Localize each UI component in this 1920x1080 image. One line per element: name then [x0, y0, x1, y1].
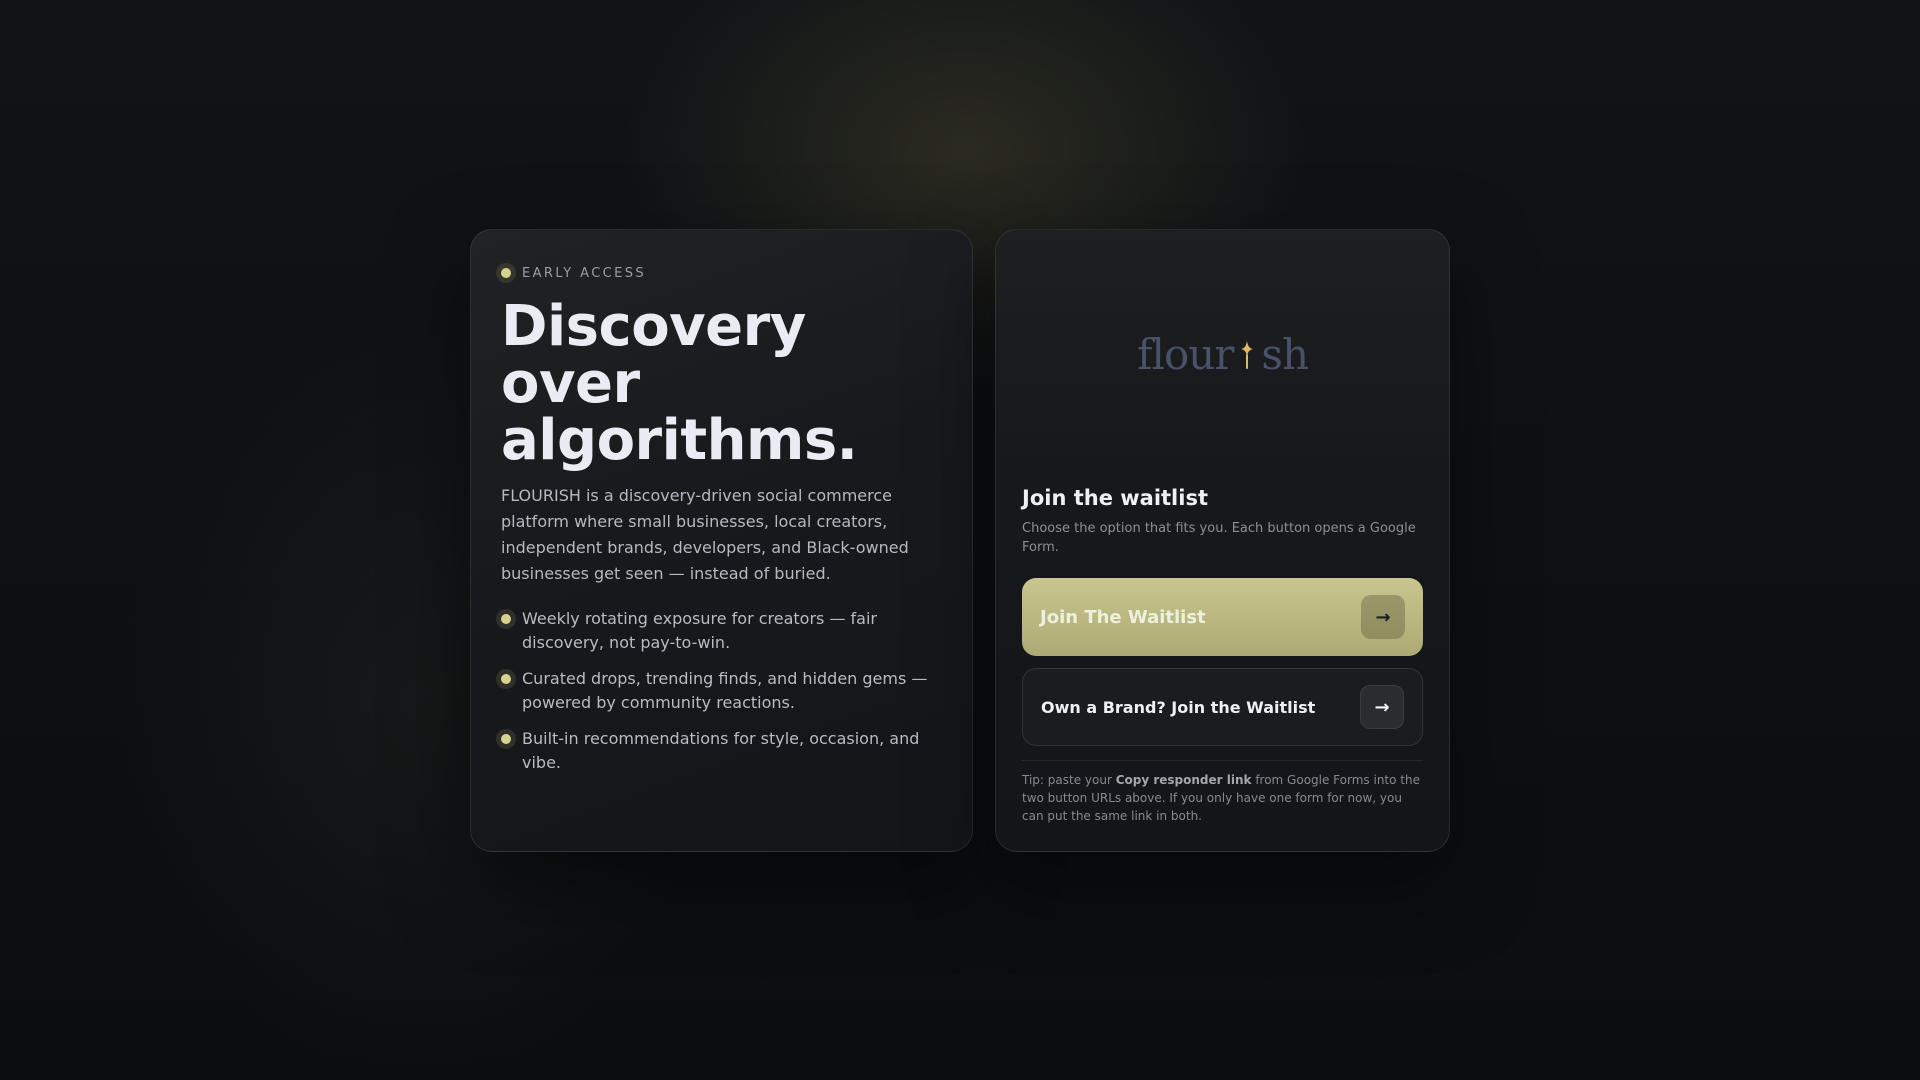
tip-prefix: Tip: paste your — [1022, 773, 1116, 787]
feature-text: Built-in recommendations for style, occa… — [522, 729, 920, 772]
feature-text: Weekly rotating exposure for creators — … — [522, 609, 878, 652]
bullet-dot-icon — [496, 609, 516, 629]
join-waitlist-button[interactable]: Join The Waitlist → — [1022, 578, 1423, 656]
tip-bold: Copy responder link — [1115, 773, 1252, 787]
early-access-badge: EARLY ACCESS — [496, 263, 646, 283]
divider — [1022, 760, 1423, 761]
join-waitlist-label: Join The Waitlist — [1040, 606, 1206, 628]
arrow-right-icon: → — [1361, 595, 1405, 639]
feature-text: Curated drops, trending finds, and hidde… — [522, 669, 928, 712]
hero-description: FLOURISH is a discovery-driven social co… — [501, 486, 909, 583]
early-access-label: EARLY ACCESS — [522, 265, 647, 281]
waitlist-title: Join the waitlist — [1022, 486, 1208, 510]
bullet-dot-icon — [496, 263, 516, 283]
waitlist-subtitle: Choose the option that fits you. Each bu… — [1022, 521, 1416, 555]
feature-list: Weekly rotating exposure for creators — … — [496, 607, 946, 787]
headline-line-1: Discovery — [501, 294, 806, 359]
hero-headline: Discovery over algorithms. — [501, 298, 941, 469]
bullet-dot-icon — [496, 729, 516, 749]
headline-line-3: algorithms. — [501, 408, 858, 473]
sparkle-i-icon — [1241, 340, 1254, 369]
tip-text: Tip: paste your Copy responder link from… — [1022, 771, 1427, 825]
logo-text-start: flour — [1137, 330, 1234, 379]
headline-line-2: over — [501, 351, 640, 416]
bullet-dot-icon — [496, 669, 516, 689]
logo-text-end: sh — [1261, 330, 1309, 379]
arrow-right-icon: → — [1360, 685, 1404, 729]
brand-waitlist-label: Own a Brand? Join the Waitlist — [1041, 697, 1316, 717]
logo-wordmark: flour sh — [1137, 330, 1309, 379]
feature-item: Curated drops, trending finds, and hidde… — [496, 667, 946, 715]
brand-waitlist-button[interactable]: Own a Brand? Join the Waitlist → — [1022, 668, 1423, 746]
flourish-logo: flour sh — [996, 330, 1449, 379]
waitlist-card: flour sh Join the waitlist Choose the op… — [995, 229, 1450, 852]
hero-card: EARLY ACCESS Discovery over algorithms. … — [470, 229, 973, 852]
feature-item: Weekly rotating exposure for creators — … — [496, 607, 946, 655]
feature-item: Built-in recommendations for style, occa… — [496, 727, 946, 775]
